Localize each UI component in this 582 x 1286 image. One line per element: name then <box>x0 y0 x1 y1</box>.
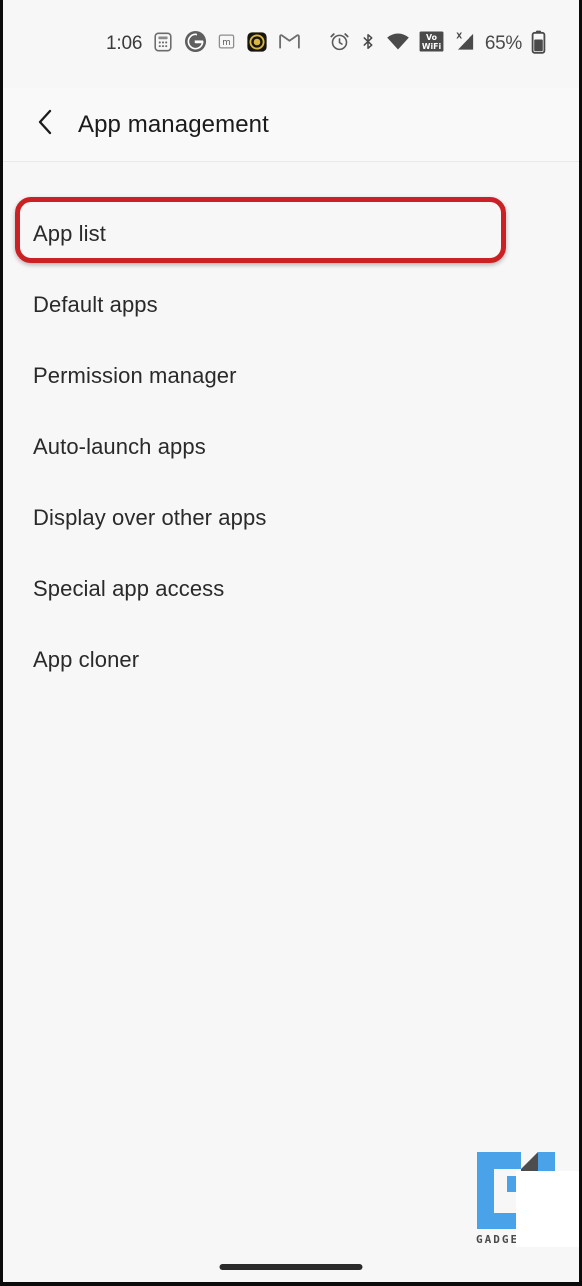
gmail-icon <box>278 30 301 58</box>
cellular-signal-icon: X <box>453 31 476 58</box>
battery-icon <box>531 30 546 59</box>
google-icon <box>184 30 207 58</box>
list-item-display-over-other-apps[interactable]: Display over other apps <box>3 482 579 553</box>
back-button[interactable] <box>24 103 68 147</box>
list-item-default-apps[interactable]: Default apps <box>3 269 579 340</box>
alarm-clock-icon <box>329 31 350 57</box>
svg-text:WiFi: WiFi <box>422 42 442 51</box>
list-item-permission-manager[interactable]: Permission manager <box>3 340 579 411</box>
phone-screen: 1:06 m Vo WiFi X 65% App management App … <box>0 0 582 1286</box>
page-title: App management <box>78 110 269 138</box>
chevron-left-icon <box>33 107 59 142</box>
battery-percent-label: 65% <box>484 33 522 54</box>
list-item-app-list[interactable]: App list <box>3 198 579 269</box>
list-item-auto-launch-apps[interactable]: Auto-launch apps <box>3 411 579 482</box>
status-bar-right-group: Vo WiFi X 65% <box>329 30 546 59</box>
list-item-label: Auto-launch apps <box>33 433 206 459</box>
svg-text:m: m <box>222 38 230 48</box>
badge-app-icon <box>246 31 268 58</box>
calculator-icon <box>152 31 174 58</box>
app-bar: App management <box>3 88 579 162</box>
status-bar-clock: 1:06 <box>106 33 143 54</box>
list-item-special-app-access[interactable]: Special app access <box>3 553 579 624</box>
list-item-label: App list <box>33 220 106 246</box>
list-item-label: Display over other apps <box>33 504 267 530</box>
list-item-label: Permission manager <box>33 362 237 388</box>
watermark-cover-rect <box>516 1171 579 1247</box>
status-bar: 1:06 m Vo WiFi X 65% <box>3 0 579 88</box>
bluetooth-icon <box>359 31 377 57</box>
volte-wifi-icon: Vo WiFi <box>419 31 444 57</box>
mastodon-icon: m <box>217 32 236 56</box>
settings-list: App list Default apps Permission manager… <box>3 162 579 695</box>
list-item-label: Default apps <box>33 291 158 317</box>
svg-text:Vo: Vo <box>426 33 438 42</box>
list-item-label: App cloner <box>33 646 140 672</box>
list-item-app-cloner[interactable]: App cloner <box>3 624 579 695</box>
svg-text:X: X <box>456 31 462 40</box>
wifi-icon <box>386 32 410 57</box>
status-bar-left-group: 1:06 m <box>106 30 301 58</box>
home-indicator[interactable] <box>219 1264 363 1270</box>
list-item-label: Special app access <box>33 575 225 601</box>
